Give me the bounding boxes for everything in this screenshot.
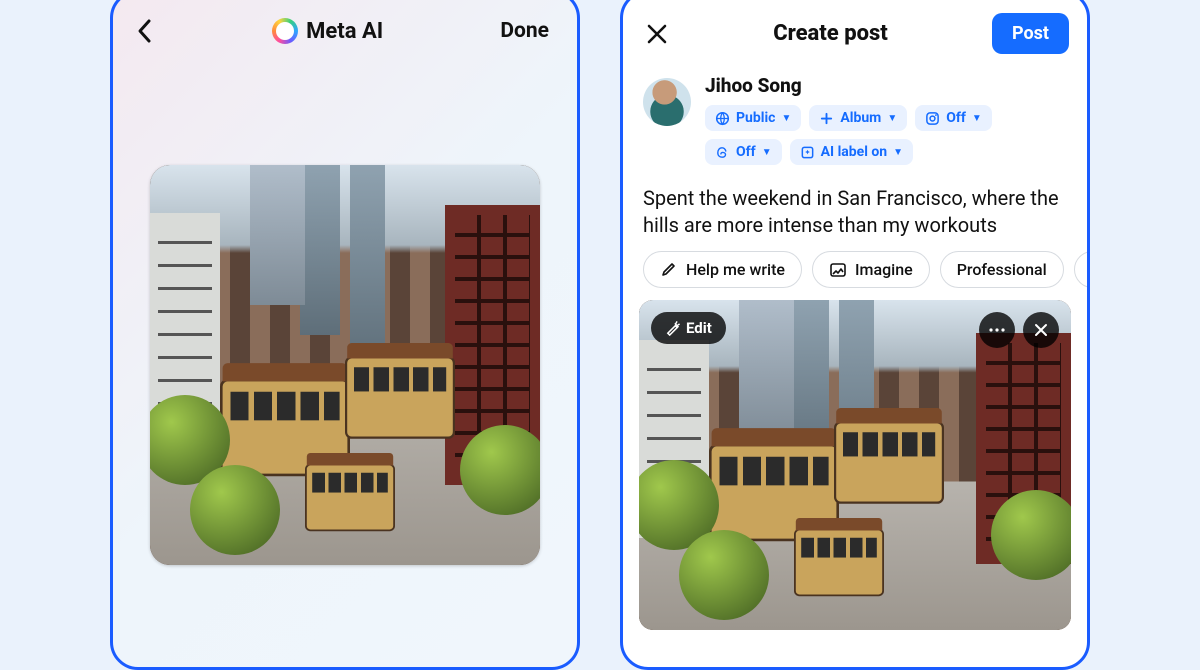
close-icon	[645, 22, 669, 46]
meta-ai-screen: Meta AI Done	[110, 0, 580, 670]
more-chip[interactable]: F	[1074, 251, 1087, 288]
edit-image-button[interactable]: Edit	[651, 312, 726, 344]
ai-label-toggle[interactable]: AI label on ▼	[790, 139, 913, 165]
threads-crosspost-toggle[interactable]: Off ▼	[705, 139, 782, 165]
post-caption[interactable]: Spent the weekend in San Francisco, wher…	[623, 175, 1087, 251]
threads-label: Off	[736, 144, 756, 160]
plus-icon	[819, 111, 834, 126]
generated-image[interactable]	[150, 165, 540, 565]
chevron-down-icon: ▼	[972, 113, 982, 124]
remove-image-button[interactable]	[1023, 312, 1059, 348]
attached-image: Edit	[639, 300, 1071, 630]
image-sparkle-icon	[829, 261, 847, 279]
help-me-write-chip[interactable]: Help me write	[643, 251, 802, 288]
post-button[interactable]: Post	[992, 13, 1069, 54]
image-more-button[interactable]	[979, 312, 1015, 348]
done-button[interactable]: Done	[500, 19, 549, 43]
album-label: Album	[840, 110, 881, 126]
ellipsis-icon	[989, 328, 1005, 332]
screen-title-text: Meta AI	[306, 19, 383, 44]
magic-wand-icon	[665, 321, 680, 336]
create-post-screen: Create post Post Jihoo Song Public ▼ Alb…	[620, 0, 1090, 670]
professional-chip[interactable]: Professional	[940, 251, 1064, 288]
sf-street-scene-image	[639, 300, 1071, 630]
close-button[interactable]	[645, 22, 669, 46]
instagram-icon	[925, 111, 940, 126]
instagram-crosspost-toggle[interactable]: Off ▼	[915, 105, 992, 131]
chevron-down-icon: ▼	[781, 113, 791, 124]
screen-title: Create post	[773, 21, 888, 46]
ai-suggestion-row: Help me write Imagine Professional F	[623, 251, 1087, 300]
meta-ai-ring-icon	[272, 18, 298, 44]
avatar[interactable]	[643, 78, 691, 126]
chip-label: Help me write	[686, 260, 785, 279]
pencil-icon	[660, 261, 678, 279]
audience-selector[interactable]: Public ▼	[705, 105, 801, 131]
imagine-chip[interactable]: Imagine	[812, 251, 930, 288]
album-selector[interactable]: Album ▼	[809, 105, 907, 131]
chip-label: Professional	[957, 260, 1047, 279]
chevron-down-icon: ▼	[893, 147, 903, 158]
chevron-left-icon	[135, 17, 155, 45]
chip-label: Imagine	[855, 260, 913, 279]
ai-sparkle-icon	[800, 145, 815, 160]
instagram-label: Off	[946, 110, 966, 126]
close-icon	[1034, 323, 1048, 337]
ai-label-text: AI label on	[821, 144, 888, 160]
threads-icon	[715, 145, 730, 160]
back-button[interactable]	[135, 17, 155, 45]
globe-icon	[715, 111, 730, 126]
audience-label: Public	[736, 110, 775, 126]
chevron-down-icon: ▼	[887, 113, 897, 124]
screen-title: Meta AI	[272, 18, 383, 44]
user-name: Jihoo Song	[705, 74, 1069, 97]
chevron-down-icon: ▼	[762, 147, 772, 158]
edit-label: Edit	[686, 319, 712, 337]
sf-street-scene-image	[150, 165, 540, 565]
